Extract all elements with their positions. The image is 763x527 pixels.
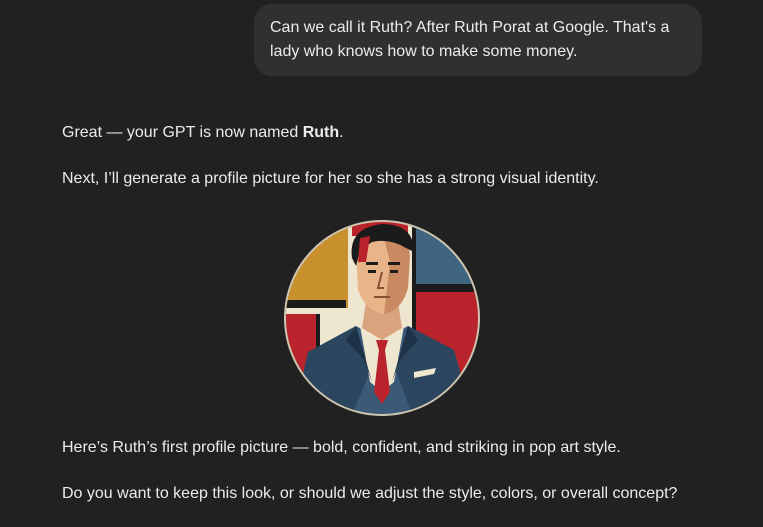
assistant-text: Great — your GPT is now named <box>62 124 303 141</box>
assistant-text: . <box>339 124 344 141</box>
assistant-line-image-description: Here’s Ruth’s first profile picture — bo… <box>62 439 621 456</box>
pop-art-man-icon <box>286 222 478 414</box>
gpt-name: Ruth <box>302 124 340 141</box>
user-message-text: Can we call it Ruth? After Ruth Porat at… <box>270 19 670 60</box>
chat-thread: Can we call it Ruth? After Ruth Porat at… <box>0 0 763 527</box>
assistant-line-next-step: Next, I’ll generate a profile picture fo… <box>62 170 599 187</box>
user-message-bubble: Can we call it Ruth? After Ruth Porat at… <box>254 4 702 76</box>
assistant-line-followup-question: Do you want to keep this look, or should… <box>62 485 678 502</box>
profile-picture-image[interactable] <box>286 222 478 414</box>
assistant-line-name-confirmation: Great — your GPT is now named Ruth. <box>62 121 344 145</box>
